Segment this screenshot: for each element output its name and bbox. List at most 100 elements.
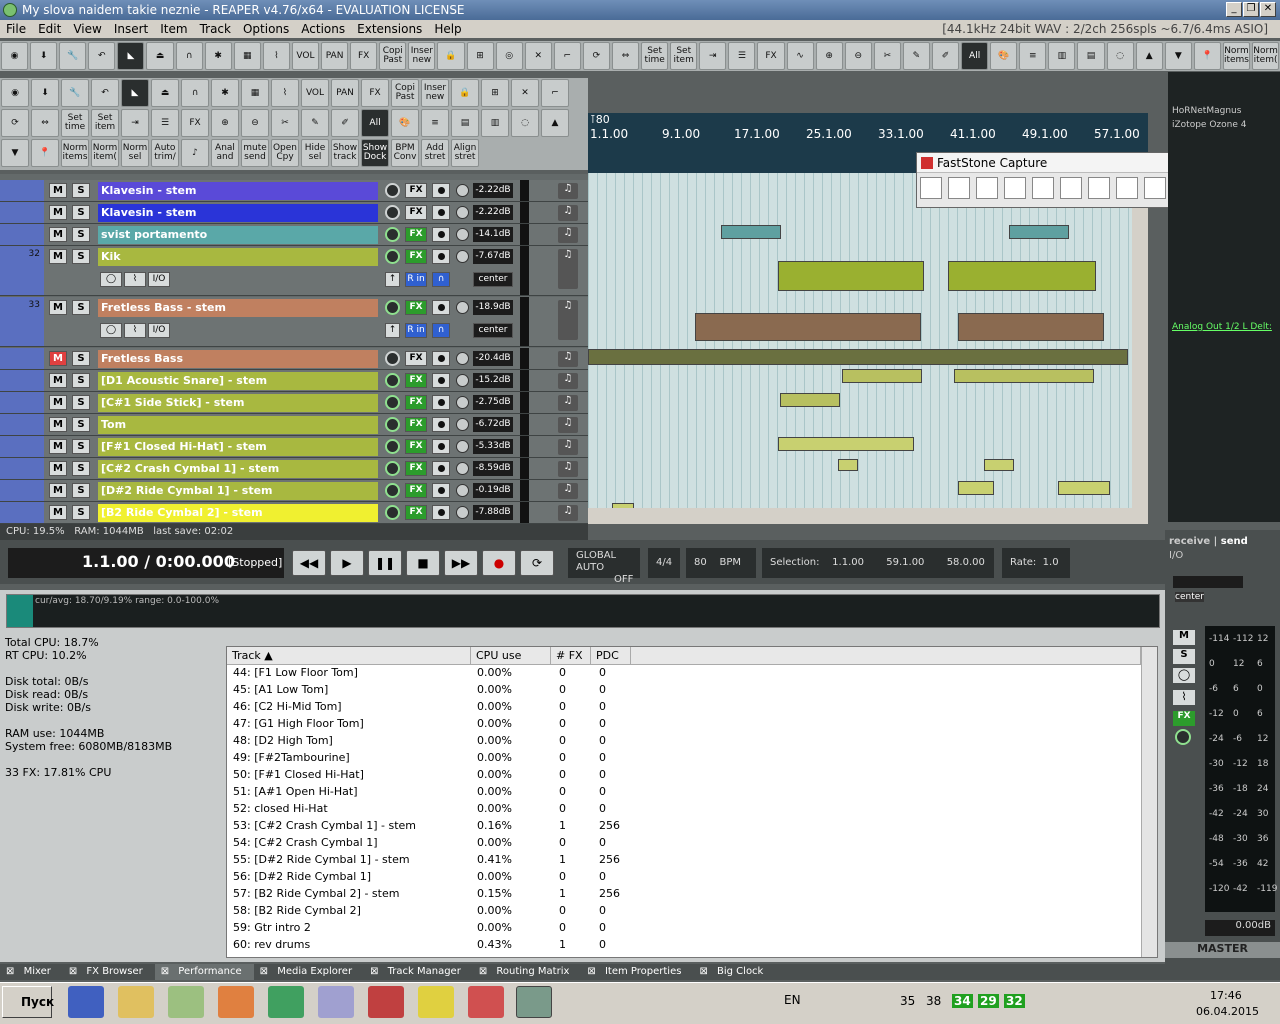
master-mono-icon[interactable]: ◯ <box>1173 668 1195 683</box>
track-instrument-icon[interactable]: ♫ <box>558 483 578 499</box>
table-row[interactable]: 57: [B2 Ride Cymbal 2] - stem 0.15% 1 256 <box>227 886 1139 903</box>
menu-item[interactable]: Item <box>154 20 193 38</box>
language-indicator[interactable]: EN <box>784 993 801 1007</box>
track-mute-button[interactable]: M <box>49 505 67 520</box>
copy-paste-button[interactable]: Copi Past <box>379 42 407 70</box>
down-arrow-icon[interactable]: ▼ <box>1164 42 1192 70</box>
video-icon[interactable] <box>1144 177 1166 199</box>
tray-counter[interactable]: 34 <box>952 994 973 1008</box>
track-row[interactable]: M S [F#1 Closed Hi-Hat] - stem FX -5.33dB ♫ <box>0 436 588 458</box>
snap-icon[interactable]: ∩ <box>175 42 203 70</box>
track-row[interactable]: 32 M S Kik FX -7.67dB ♫ ◯ ⌇ I/O ↑ R in ∩ center <box>0 246 588 296</box>
track-instrument-icon[interactable]: ♫ <box>558 439 578 455</box>
track-monitor-icon[interactable]: ∩ <box>432 323 450 338</box>
track-solo-button[interactable]: S <box>72 505 90 520</box>
save-icon[interactable]: ⬇ <box>30 42 58 70</box>
track-row[interactable]: M S [C#2 Crash Cymbal 1] - stem FX -8.59dB ♫ <box>0 458 588 480</box>
show-dock-button[interactable]: Show Dock <box>361 139 389 167</box>
track-pan-value[interactable]: center <box>473 272 513 287</box>
track-volume-value[interactable]: -2.75dB <box>473 395 513 410</box>
track-power-icon[interactable] <box>385 417 400 432</box>
grid-icon[interactable]: ▦ <box>233 42 261 70</box>
norm-items-button[interactable]: Norm items <box>61 139 89 167</box>
table-row[interactable]: 51: [A#1 Open Hi-Hat] 0.00% 0 0 <box>227 784 1139 801</box>
taskbar-notes-icon[interactable] <box>168 986 204 1018</box>
grid-icon[interactable]: ▦ <box>241 79 269 107</box>
horizontal-scrollbar[interactable] <box>588 508 1132 524</box>
col-track[interactable]: Track ▲ <box>227 647 471 665</box>
restore-button[interactable]: ❐ <box>1243 2 1259 17</box>
mute-send-button[interactable]: mute send <box>241 139 269 167</box>
brush-icon[interactable]: ✐ <box>932 42 960 70</box>
track-volume-value[interactable]: -8.59dB <box>473 461 513 476</box>
master-env-icon[interactable]: ⌇ <box>1173 690 1195 705</box>
track-record-arm-button[interactable] <box>432 249 450 264</box>
track-power-icon[interactable] <box>385 300 400 315</box>
track-volume-knob[interactable] <box>456 352 469 365</box>
undo-icon[interactable]: ↶ <box>88 42 116 70</box>
global-auto-button[interactable]: GLOBAL AUTO OFF <box>568 548 640 585</box>
down-arrow-icon[interactable]: ▼ <box>1 139 29 167</box>
loop-icon[interactable]: ⟳ <box>582 42 610 70</box>
media-item[interactable] <box>958 313 1104 341</box>
eye-icon[interactable]: ◎ <box>495 42 523 70</box>
track-fx-button[interactable]: FX <box>405 249 427 264</box>
track-name[interactable]: [F#1 Closed Hi-Hat] - stem <box>98 438 378 456</box>
media-item[interactable] <box>954 369 1094 383</box>
record-button[interactable]: ● <box>482 550 516 576</box>
track-power-icon[interactable] <box>385 183 400 198</box>
track-volume-value[interactable]: -7.88dB <box>473 505 513 520</box>
taskbar-media-icon[interactable] <box>218 986 254 1018</box>
scissors-icon[interactable]: ✂ <box>873 42 901 70</box>
track-name[interactable]: Kik <box>98 248 378 266</box>
taskbar-tools-icon[interactable] <box>418 986 454 1018</box>
add-stretch-button[interactable]: Add stret <box>421 139 449 167</box>
menu-extensions[interactable]: Extensions <box>351 20 428 38</box>
col-fx[interactable]: # FX <box>551 647 591 665</box>
bracket-icon[interactable]: ⌐ <box>541 79 569 107</box>
media-item[interactable] <box>588 349 1128 365</box>
split-icon[interactable]: ⇥ <box>121 109 149 137</box>
stop-button[interactable]: ■ <box>406 550 440 576</box>
track-instrument-icon[interactable]: ♫ <box>558 461 578 477</box>
track-env-icon[interactable]: ⌇ <box>124 323 146 338</box>
table-scrollbar[interactable] <box>1141 647 1157 957</box>
track-volume-value[interactable]: -7.67dB <box>473 249 513 264</box>
capture-object-icon[interactable] <box>976 177 998 199</box>
norm-item-button[interactable]: Norm item( <box>91 139 119 167</box>
lock-icon[interactable]: 🔒 <box>437 42 465 70</box>
track-power-icon[interactable] <box>385 249 400 264</box>
track-row[interactable]: M S [B2 Ride Cymbal 2] - stem FX -7.88dB ♫ <box>0 502 588 524</box>
track-record-arm-button[interactable] <box>432 439 450 454</box>
trim-icon[interactable]: ⌇ <box>271 79 299 107</box>
track-fx-button[interactable]: FX <box>405 439 427 454</box>
track-name[interactable]: [D#2 Ride Cymbal 1] - stem <box>98 482 378 500</box>
settings-icon[interactable]: 🔧 <box>59 42 87 70</box>
bracket-icon[interactable]: ⌐ <box>553 42 581 70</box>
col-cpu[interactable]: CPU use <box>471 647 551 665</box>
track-record-arm-button[interactable] <box>432 395 450 410</box>
track-pan-value[interactable]: center <box>473 323 513 338</box>
trim-icon[interactable]: ⌇ <box>262 42 290 70</box>
vol-envelope-icon[interactable]: VOL <box>301 79 329 107</box>
track-record-arm-button[interactable] <box>432 300 450 315</box>
track-volume-knob[interactable] <box>456 301 469 314</box>
taskbar-drum-icon[interactable] <box>468 986 504 1018</box>
save-icon[interactable]: ⬇ <box>31 79 59 107</box>
brush-icon[interactable]: ✐ <box>331 109 359 137</box>
track-mute-button[interactable]: M <box>49 417 67 432</box>
selection-display[interactable]: Selection: 1.1.00 59.1.00 58.0.00 <box>762 548 994 578</box>
norm-items-button[interactable]: Norm items <box>1222 42 1251 70</box>
taskbar-doc-icon[interactable] <box>318 986 354 1018</box>
taskbar-save-icon[interactable] <box>68 986 104 1018</box>
list-icon[interactable]: ☰ <box>728 42 756 70</box>
start-button[interactable]: Пуск <box>2 986 54 1018</box>
set-item-button[interactable]: Set item <box>670 42 698 70</box>
menu-track[interactable]: Track <box>194 20 237 38</box>
sliders-icon[interactable]: ≡ <box>421 109 449 137</box>
track-monitor-icon[interactable]: ∩ <box>432 272 450 287</box>
track-volume-knob[interactable] <box>456 484 469 497</box>
track-volume-knob[interactable] <box>456 250 469 263</box>
fx-slot-2[interactable]: iZotope Ozone 4 <box>1172 120 1246 130</box>
tab-routing-matrix[interactable]: ⊠ Routing Matrix <box>473 964 582 980</box>
